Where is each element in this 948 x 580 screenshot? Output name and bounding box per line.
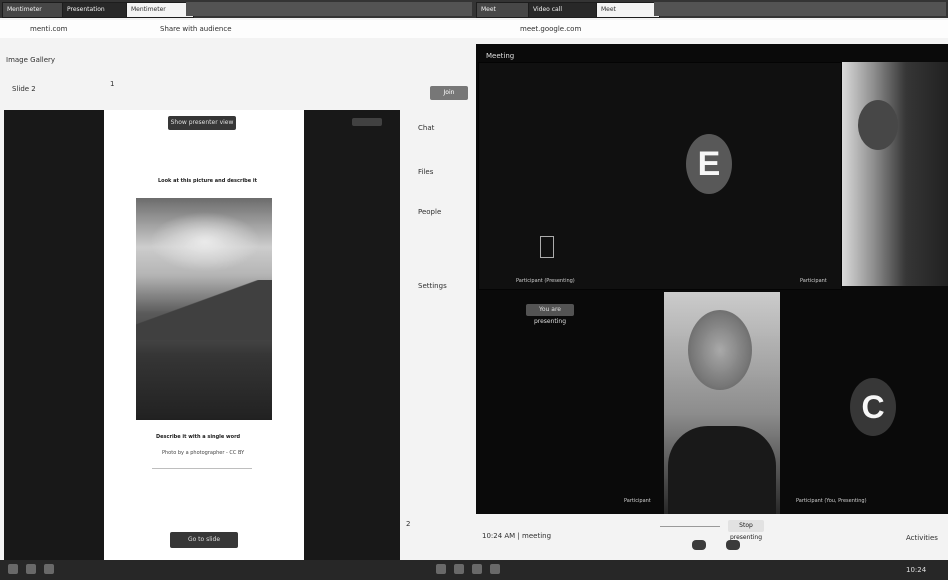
camera-icon[interactable] (490, 564, 500, 574)
presentation-left-gutter (4, 110, 104, 560)
join-button-label: Join (443, 89, 455, 96)
left-side-number-2: 2 (406, 520, 411, 528)
left-address-text: menti.com (30, 25, 68, 33)
meeting-name: Meeting (486, 52, 515, 60)
left-titlebar-fill (186, 2, 472, 16)
present-pill: You are presenting (526, 304, 574, 325)
participant-avatar-c: C (850, 378, 896, 436)
participant-face-3 (688, 310, 752, 390)
participant-name-e: Participant (Presenting) (516, 278, 575, 284)
right-panel-item-chat[interactable]: Chat (418, 124, 458, 132)
file-icon (540, 236, 554, 258)
participant-avatar-e: E (686, 134, 732, 194)
stop-presenting-button[interactable]: Stop presenting (728, 520, 764, 541)
left-subtitle: Image Gallery (6, 56, 56, 64)
photo-cloud (150, 212, 260, 272)
right-panel-item-settings[interactable]: Settings (418, 282, 458, 290)
participant-name-3: Participant (624, 498, 651, 504)
participant-video-2[interactable] (842, 62, 948, 286)
activities-label[interactable]: Activities (906, 534, 946, 542)
caption-line-1: Describe it with a single word (156, 434, 241, 440)
right-titlebar-fill (654, 2, 946, 16)
right-tab-3[interactable]: Meet (596, 2, 660, 18)
left-tab-2[interactable]: Presentation (62, 2, 134, 18)
controls-strip (660, 526, 720, 527)
meeting-time: 10:24 AM | meeting (482, 532, 552, 540)
left-toolbar-text: Share with audience (160, 25, 232, 33)
taskview-icon[interactable] (44, 564, 54, 574)
participant-face-2 (858, 100, 898, 150)
participant-body-3 (668, 426, 776, 514)
camera-button[interactable] (726, 540, 740, 550)
explorer-icon[interactable] (436, 564, 446, 574)
right-toolbar-text: meet.google.com (520, 25, 582, 33)
left-slide-tag: Slide 2 (12, 85, 36, 93)
present-button[interactable]: Show presenter view (168, 116, 236, 130)
right-panel-item-people[interactable]: People (418, 208, 458, 216)
right-tab-1[interactable]: Meet (476, 2, 536, 18)
caption-divider (152, 468, 252, 469)
start-icon[interactable] (8, 564, 18, 574)
slide-heading: Look at this picture and describe it (158, 178, 257, 184)
caption-line-2: Photo by a photographer - CC BY (162, 450, 245, 456)
join-button[interactable]: Join (430, 86, 468, 100)
browser-icon[interactable] (454, 564, 464, 574)
go-to-slide-button[interactable]: Go to slide (170, 532, 238, 548)
left-tab-3[interactable]: Mentimeter (126, 2, 194, 18)
mic-button[interactable] (692, 540, 706, 550)
participant-name-c: Participant (You, Presenting) (796, 498, 867, 504)
nav-icons[interactable] (352, 118, 382, 126)
left-side-number-1: 1 (110, 80, 115, 88)
mail-icon[interactable] (472, 564, 482, 574)
photo-mountain (136, 280, 272, 340)
presentation-right-gutter (304, 110, 400, 560)
left-tab-1[interactable]: Mentimeter (2, 2, 70, 18)
right-panel-item-files[interactable]: Files (418, 168, 458, 176)
participant-tile-e[interactable] (478, 62, 842, 290)
taskbar-clock: 10:24 (906, 566, 927, 574)
right-tab-2[interactable]: Video call (528, 2, 604, 18)
participant-name-2: Participant (800, 278, 827, 284)
search-icon[interactable] (26, 564, 36, 574)
